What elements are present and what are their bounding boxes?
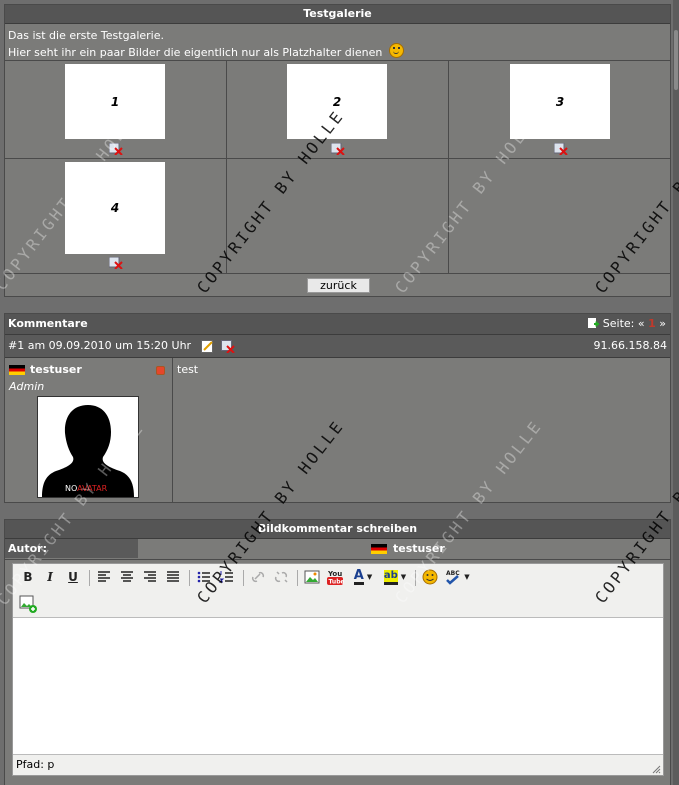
gallery-desc-line1: Das ist die erste Testgalerie. bbox=[8, 29, 164, 42]
align-justify-icon[interactable] bbox=[164, 568, 182, 586]
grid-cell bbox=[227, 159, 449, 274]
grid-cell: 2 bbox=[227, 61, 449, 159]
toolbar-separator bbox=[89, 570, 90, 586]
thumbnail-label: 3 bbox=[555, 94, 565, 109]
page-label: Seite: bbox=[602, 317, 635, 330]
comments-header: Kommentare Seite: « 1 » bbox=[5, 314, 670, 335]
thumbnail-2[interactable]: 2 bbox=[287, 64, 387, 139]
align-left-icon[interactable] bbox=[95, 568, 113, 586]
editor-status-bar: Pfad: p bbox=[13, 754, 663, 776]
flag-germany-icon bbox=[371, 544, 387, 554]
ordered-list-icon[interactable] bbox=[218, 568, 236, 586]
delete-image-icon[interactable] bbox=[109, 257, 123, 269]
noavatar-label: NOAVATAR bbox=[65, 484, 107, 493]
comments-title: Kommentare bbox=[8, 317, 88, 330]
comment-author-cell: testuser Admin NOAVATAR bbox=[5, 358, 173, 502]
editor-path: Pfad: p bbox=[16, 758, 55, 771]
comment-text: test bbox=[177, 363, 199, 376]
gallery-panel: Testgalerie Das ist die erste Testgaleri… bbox=[4, 4, 671, 297]
toolbar-separator bbox=[243, 570, 244, 586]
author-row: Autor: testuser bbox=[5, 539, 670, 560]
grid-cell: 1 bbox=[5, 61, 227, 159]
page-current: 1 bbox=[648, 317, 656, 330]
gallery-desc-line2-text: Hier seht ihr ein paar Bilder die eigent… bbox=[8, 46, 383, 59]
gallery-desc-line2: Hier seht ihr ein paar Bilder die eigent… bbox=[8, 43, 667, 60]
comment-meta: #1 am 09.09.2010 um 15:20 Uhr bbox=[8, 339, 192, 352]
thumbnail-1[interactable]: 1 bbox=[65, 64, 165, 139]
comment-ip: 91.66.158.84 bbox=[593, 339, 667, 352]
link-icon[interactable] bbox=[249, 568, 267, 586]
spellcheck-icon: ABC bbox=[446, 570, 461, 585]
grid-cell: 4 bbox=[5, 159, 227, 274]
toolbar-separator bbox=[297, 570, 298, 586]
svg-text:Tube: Tube bbox=[329, 579, 345, 586]
gallery-title: Testgalerie bbox=[5, 5, 670, 24]
online-status-icon bbox=[156, 366, 165, 375]
gallery-description: Das ist die erste Testgalerie. Hier seht… bbox=[5, 24, 670, 62]
toolbar-separator bbox=[189, 570, 190, 586]
bold-button[interactable]: B bbox=[19, 568, 37, 586]
grid-cell bbox=[449, 159, 670, 274]
delete-image-icon[interactable] bbox=[109, 143, 123, 155]
edit-comment-icon[interactable] bbox=[201, 340, 215, 353]
silhouette-image bbox=[42, 405, 134, 497]
editor: B I U You Tube A ▼ ab ▼ ABC ▼ Pfad: p bbox=[12, 563, 664, 776]
comments-panel: Kommentare Seite: « 1 » #1 am 09.09.2010… bbox=[4, 313, 671, 503]
back-button[interactable]: zurück bbox=[307, 278, 370, 293]
user-rank: Admin bbox=[9, 380, 45, 393]
scrollbar-thumb[interactable] bbox=[674, 30, 678, 90]
delete-image-icon[interactable] bbox=[331, 143, 345, 155]
unordered-list-icon[interactable] bbox=[195, 568, 213, 586]
comment-body-row: testuser Admin NOAVATAR test bbox=[5, 358, 670, 502]
underline-button[interactable]: U bbox=[64, 568, 82, 586]
italic-button[interactable]: I bbox=[41, 568, 59, 586]
flag-germany-icon bbox=[9, 365, 25, 375]
smiley-icon bbox=[388, 43, 404, 58]
spellcheck-button[interactable]: ABC ▼ bbox=[443, 568, 471, 586]
youtube-icon[interactable]: YouTube bbox=[326, 568, 344, 586]
delete-comment-icon[interactable] bbox=[221, 340, 235, 353]
write-comment-panel: Bildkommentar schreiben Autor: testuser … bbox=[4, 519, 671, 785]
thumbnail-4[interactable]: 4 bbox=[65, 162, 165, 254]
svg-text:ABC: ABC bbox=[446, 570, 460, 577]
align-center-icon[interactable] bbox=[118, 568, 136, 586]
thumbnail-label: 4 bbox=[110, 201, 120, 215]
author-name: testuser bbox=[393, 542, 445, 555]
thumbnail-label: 2 bbox=[332, 94, 342, 109]
align-right-icon[interactable] bbox=[141, 568, 159, 586]
thumbnail-3[interactable]: 3 bbox=[510, 64, 610, 139]
highlight-color-button[interactable]: ab ▼ bbox=[381, 568, 409, 586]
pagination: Seite: « 1 » bbox=[587, 314, 666, 334]
thumbnail-label: 1 bbox=[110, 94, 120, 109]
toolbar-separator bbox=[415, 570, 416, 586]
page-next-link[interactable]: » bbox=[659, 317, 666, 330]
grid-cell: 3 bbox=[449, 61, 670, 159]
add-comment-icon[interactable] bbox=[587, 317, 600, 329]
font-color-button[interactable]: A ▼ bbox=[350, 568, 376, 586]
thumbnail-grid: 1 2 3 4 bbox=[5, 60, 670, 274]
write-comment-title: Bildkommentar schreiben bbox=[5, 520, 670, 539]
avatar: NOAVATAR bbox=[37, 396, 139, 498]
page-prev-link[interactable]: « bbox=[638, 317, 645, 330]
emoticon-icon[interactable] bbox=[421, 568, 439, 586]
insert-gallery-image-icon[interactable] bbox=[18, 594, 38, 614]
noavatar-label-avatar: AVATAR bbox=[77, 484, 108, 493]
delete-image-icon[interactable] bbox=[554, 143, 568, 155]
vertical-scrollbar[interactable] bbox=[673, 0, 679, 785]
resize-handle-icon[interactable] bbox=[651, 764, 661, 774]
noavatar-label-no: NO bbox=[65, 484, 78, 493]
svg-text:You: You bbox=[327, 570, 342, 578]
insert-image-icon[interactable] bbox=[303, 568, 321, 586]
editor-toolbar: B I U You Tube A ▼ ab ▼ ABC ▼ bbox=[13, 564, 663, 618]
author-label: Autor: bbox=[5, 539, 138, 558]
comment-header-row: #1 am 09.09.2010 um 15:20 Uhr 91.66.158.… bbox=[5, 335, 670, 358]
editor-text-area[interactable] bbox=[13, 618, 663, 754]
unlink-icon[interactable] bbox=[272, 568, 290, 586]
comment-username[interactable]: testuser bbox=[30, 363, 82, 376]
